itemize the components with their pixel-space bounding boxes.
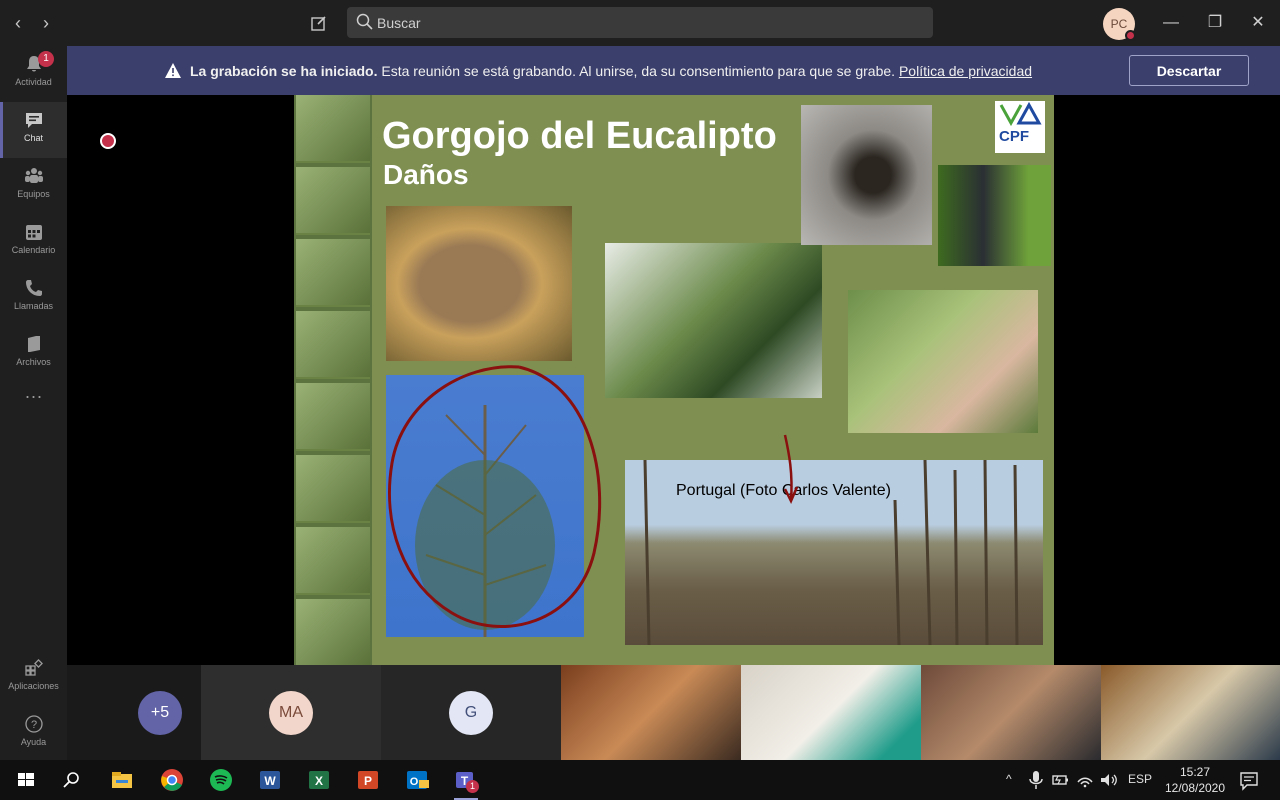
- sidebar-item-chat[interactable]: Chat: [0, 102, 67, 158]
- phone-icon: [25, 280, 42, 296]
- input-language[interactable]: ESP: [1128, 772, 1152, 786]
- damaged-leaves-photo: [605, 243, 822, 398]
- participant-video[interactable]: [921, 665, 1101, 760]
- chrome-icon[interactable]: [158, 766, 186, 794]
- sidebar-item-label: Archivos: [16, 357, 51, 367]
- insect-photo-strip: [294, 95, 372, 665]
- user-avatar[interactable]: PC: [1103, 8, 1136, 41]
- search-box[interactable]: [347, 7, 933, 38]
- app-sidebar: 1 Actividad Chat Equipos Calendario Llam…: [0, 46, 67, 760]
- dismiss-button[interactable]: Descartar: [1129, 55, 1249, 86]
- logo-text: CPF: [999, 128, 1029, 145]
- back-arrow-icon[interactable]: ‹: [8, 12, 28, 34]
- sidebar-item-label: Equipos: [17, 189, 50, 199]
- arrow-annotation: [783, 434, 799, 504]
- banner-text: Esta reunión se está grabando. Al unirse…: [381, 63, 896, 79]
- battery-icon[interactable]: [1050, 768, 1070, 792]
- windows-start-icon[interactable]: [12, 766, 40, 794]
- sidebar-item-apps[interactable]: Aplicaciones: [0, 650, 67, 706]
- banner-message: La grabación se ha iniciado. Esta reunió…: [190, 63, 1032, 79]
- restore-icon[interactable]: ❐: [1200, 10, 1230, 36]
- teams-taskbar-icon[interactable]: T 1: [452, 766, 480, 800]
- larva-photo: [938, 165, 1051, 266]
- participant-tile-overflow[interactable]: +5: [67, 665, 201, 760]
- svg-text:P: P: [364, 774, 372, 788]
- slide-subtitle: Daños: [383, 159, 469, 190]
- windows-taskbar: W X P O T 1 ^ ESP 15:27 12/08/2020: [0, 760, 1280, 800]
- sidebar-item-activity[interactable]: 1 Actividad: [0, 46, 67, 102]
- word-icon[interactable]: W: [256, 766, 284, 794]
- privacy-policy-link[interactable]: Política de privacidad: [899, 63, 1032, 79]
- system-clock[interactable]: 15:27 12/08/2020: [1160, 764, 1230, 796]
- close-icon[interactable]: ✕: [1243, 10, 1273, 36]
- outlook-icon[interactable]: O: [403, 766, 431, 794]
- teams-icon: [24, 168, 43, 183]
- participant-strip: +5 MA G: [67, 665, 1280, 760]
- minimize-icon[interactable]: —: [1156, 10, 1186, 36]
- participant-video[interactable]: [741, 665, 921, 760]
- recording-indicator-icon: [100, 133, 116, 149]
- calendar-icon: [25, 225, 42, 240]
- sidebar-item-label: Llamadas: [13, 301, 54, 311]
- svg-text:?: ?: [30, 719, 36, 731]
- file-explorer-icon[interactable]: [108, 766, 136, 794]
- sidebar-item-files[interactable]: Archivos: [0, 326, 67, 382]
- search-input[interactable]: [377, 7, 917, 38]
- participant-initials: G: [449, 691, 493, 735]
- overflow-count[interactable]: +5: [138, 691, 182, 735]
- sidebar-item-label: Aplicaciones: [8, 681, 59, 691]
- forward-arrow-icon[interactable]: ›: [36, 12, 56, 34]
- microphone-icon[interactable]: [1026, 768, 1046, 792]
- sidebar-item-calls[interactable]: Llamadas: [0, 270, 67, 326]
- spotify-icon[interactable]: [207, 766, 235, 794]
- participant-initials: MA: [269, 691, 313, 735]
- file-icon: [27, 336, 40, 352]
- help-icon: ?: [24, 715, 43, 733]
- participant-video[interactable]: [561, 665, 741, 760]
- powerpoint-icon[interactable]: P: [354, 766, 382, 794]
- title-bar: ‹ › PC — ❐ ✕: [0, 0, 1280, 46]
- search-icon: [356, 13, 373, 30]
- clock-time: 15:27: [1179, 765, 1211, 779]
- highlight-circle-annotation: [388, 365, 602, 628]
- clock-date: 12/08/2020: [1164, 781, 1226, 795]
- slide-title: Gorgojo del Eucalipto: [382, 115, 777, 157]
- svg-text:W: W: [264, 774, 276, 788]
- cpf-logo: CPF: [995, 101, 1045, 153]
- wifi-icon[interactable]: [1075, 768, 1095, 792]
- shared-presentation-slide: Gorgojo del Eucalipto Daños CPF Portugal…: [294, 95, 1054, 665]
- participant-tile[interactable]: G: [381, 665, 561, 760]
- sidebar-item-label: Chat: [23, 133, 43, 143]
- excel-icon[interactable]: X: [305, 766, 333, 794]
- sidebar-item-label: Actividad: [15, 77, 52, 87]
- participant-tile[interactable]: MA: [201, 665, 381, 760]
- sidebar-item-teams[interactable]: Equipos: [0, 158, 67, 214]
- teams-notification-badge: 1: [466, 780, 479, 793]
- sidebar-item-calendar[interactable]: Calendario: [0, 214, 67, 270]
- more-icon: ···: [24, 386, 43, 406]
- activity-badge: 1: [38, 51, 54, 67]
- sidebar-item-help[interactable]: ? Ayuda: [0, 706, 67, 762]
- warning-icon: [165, 63, 181, 78]
- taskbar-search-icon[interactable]: [58, 766, 86, 794]
- recording-banner: La grabación se ha iniciado. Esta reunió…: [67, 46, 1280, 95]
- status-busy-icon: [1125, 30, 1136, 41]
- leaf-damage-hand-photo: [848, 290, 1038, 433]
- volume-icon[interactable]: [1098, 768, 1120, 792]
- weevil-photo: [386, 206, 572, 361]
- avatar-initials: PC: [1110, 17, 1128, 31]
- svg-text:O: O: [410, 776, 419, 788]
- show-hidden-icons[interactable]: ^: [1006, 772, 1012, 786]
- sidebar-item-label: Calendario: [11, 245, 56, 255]
- svg-text:X: X: [315, 774, 323, 788]
- parasitoid-wasp-photo: [801, 105, 932, 245]
- apps-icon: [24, 659, 43, 676]
- chat-icon: [25, 113, 42, 128]
- sidebar-item-label: Ayuda: [20, 737, 47, 747]
- banner-bold-text: La grabación se ha iniciado.: [190, 63, 378, 79]
- more-apps-button[interactable]: ···: [0, 386, 67, 416]
- new-chat-icon[interactable]: [306, 10, 332, 36]
- participant-video[interactable]: [1101, 665, 1280, 760]
- notifications-icon[interactable]: [1238, 768, 1260, 792]
